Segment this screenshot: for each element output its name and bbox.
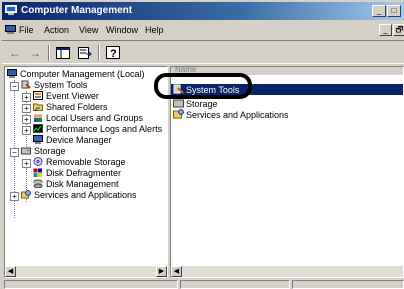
status-cell [292, 280, 404, 289]
system-tools-icon [21, 80, 31, 89]
tree-item-services-and-applications[interactable]: Services and Applications [21, 190, 137, 201]
title-bar[interactable]: Computer Management _ □ [2, 2, 404, 20]
expand-toggle[interactable]: + [10, 192, 19, 201]
tree-item-label: Storage [34, 146, 66, 156]
tree-item-label: Shared Folders [46, 102, 108, 112]
maximize-button[interactable]: □ [387, 5, 401, 17]
show-hide-tree-button[interactable] [54, 45, 72, 61]
collapse-toggle[interactable]: − [10, 82, 19, 91]
export-list-button[interactable] [76, 45, 94, 61]
tree-item-local-users-and-groups[interactable]: Local Users and Groups [33, 113, 143, 124]
expand-toggle[interactable]: + [22, 126, 31, 135]
help-icon: ? [106, 46, 120, 60]
status-bar [2, 279, 404, 289]
disk-defragmenter-icon [33, 168, 42, 177]
tree-item-performance-logs[interactable]: Performance Logs and Alerts [33, 124, 162, 135]
tree-item-device-manager[interactable]: Device Manager [33, 135, 112, 146]
menu-view[interactable]: View [79, 25, 98, 35]
tree-item-label: Removable Storage [46, 157, 126, 167]
tree-item-label: Services and Applications [34, 190, 137, 200]
expand-toggle[interactable]: + [22, 104, 31, 113]
performance-logs-icon [33, 124, 43, 133]
tree-item-label: Device Manager [46, 135, 112, 145]
services-icon [21, 190, 31, 199]
status-cell [180, 280, 290, 289]
scroll-right-button[interactable]: ▶ [156, 266, 167, 277]
event-viewer-icon [33, 91, 43, 100]
window-title: Computer Management [21, 5, 133, 16]
minimize-button[interactable]: _ [372, 5, 386, 17]
tree-item-label: Performance Logs and Alerts [46, 124, 163, 134]
tree-item-label: System Tools [34, 80, 88, 90]
shared-folder-icon [33, 103, 43, 111]
export-list-icon [78, 47, 93, 59]
expand-toggle[interactable]: + [22, 93, 31, 102]
services-icon [173, 109, 184, 119]
svg-text:?: ? [110, 48, 117, 59]
list-item-label: Services and Applications [186, 110, 289, 120]
toolbar-separator [98, 45, 100, 61]
users-icon [34, 114, 42, 122]
tree-item-label: Event Viewer [46, 91, 99, 101]
tree-item-label: Computer Management (Local) [20, 69, 145, 79]
tree-item-computer-management[interactable]: Computer Management (Local) [7, 69, 145, 80]
child-restore-button[interactable]: 🗗 [393, 24, 404, 36]
tree-item-disk-defragmenter[interactable]: Disk Defragmenter [33, 168, 121, 179]
expand-toggle[interactable]: + [22, 159, 31, 168]
status-cell [4, 280, 178, 289]
back-button[interactable]: ← [6, 45, 24, 61]
console-icon[interactable] [5, 25, 16, 35]
scroll-left-button[interactable]: ◀ [5, 266, 16, 277]
tree-item-storage[interactable]: Storage [21, 146, 66, 157]
list-item-services-and-applications[interactable]: Services and Applications [173, 109, 289, 120]
list-item-storage[interactable]: Storage [173, 98, 218, 109]
tree-item-label: Disk Management [46, 179, 119, 189]
child-minimize-button[interactable]: _ [379, 24, 392, 36]
tree-item-disk-management[interactable]: Disk Management [33, 179, 119, 190]
computer-management-icon [7, 69, 17, 78]
menu-window[interactable]: Window [106, 25, 138, 35]
tree-item-system-tools[interactable]: System Tools [21, 80, 87, 91]
menu-file[interactable]: File [19, 25, 34, 35]
removable-storage-icon [33, 157, 43, 166]
computer-management-icon [5, 5, 17, 15]
show-hide-tree-icon [56, 47, 70, 59]
storage-icon [173, 99, 184, 108]
tree-item-label: Disk Defragmenter [46, 168, 122, 178]
device-manager-icon [33, 135, 43, 144]
menu-bar: File Action View Window Help _ 🗗 [2, 21, 404, 39]
toolbar: ← → ? [2, 40, 404, 64]
collapse-toggle[interactable]: − [10, 148, 19, 157]
tree-item-label: Local Users and Groups [46, 113, 144, 123]
tree-item-event-viewer[interactable]: Event Viewer [33, 91, 99, 102]
scroll-left-button[interactable]: ◀ [171, 266, 182, 277]
disk-management-icon [33, 179, 43, 188]
expand-toggle[interactable]: + [22, 115, 31, 124]
computer-management-window: Computer Management _ □ File Action View… [0, 0, 404, 289]
menu-help[interactable]: Help [145, 25, 164, 35]
tree-item-removable-storage[interactable]: Removable Storage [33, 157, 126, 168]
forward-button[interactable]: → [26, 45, 44, 61]
tree-horizontal-scrollbar[interactable]: ◀ ▶ [5, 266, 167, 277]
list-horizontal-scrollbar[interactable]: ◀ [171, 266, 403, 277]
help-button[interactable]: ? [104, 45, 122, 61]
storage-icon [21, 147, 31, 155]
annotation-highlight-ring [154, 73, 252, 99]
console-tree-pane[interactable]: Computer Management (Local) − System Too… [4, 66, 168, 278]
menu-action[interactable]: Action [44, 25, 69, 35]
list-item-label: Storage [186, 99, 218, 109]
toolbar-separator [48, 45, 50, 61]
tree-item-shared-folders[interactable]: Shared Folders [33, 102, 108, 113]
